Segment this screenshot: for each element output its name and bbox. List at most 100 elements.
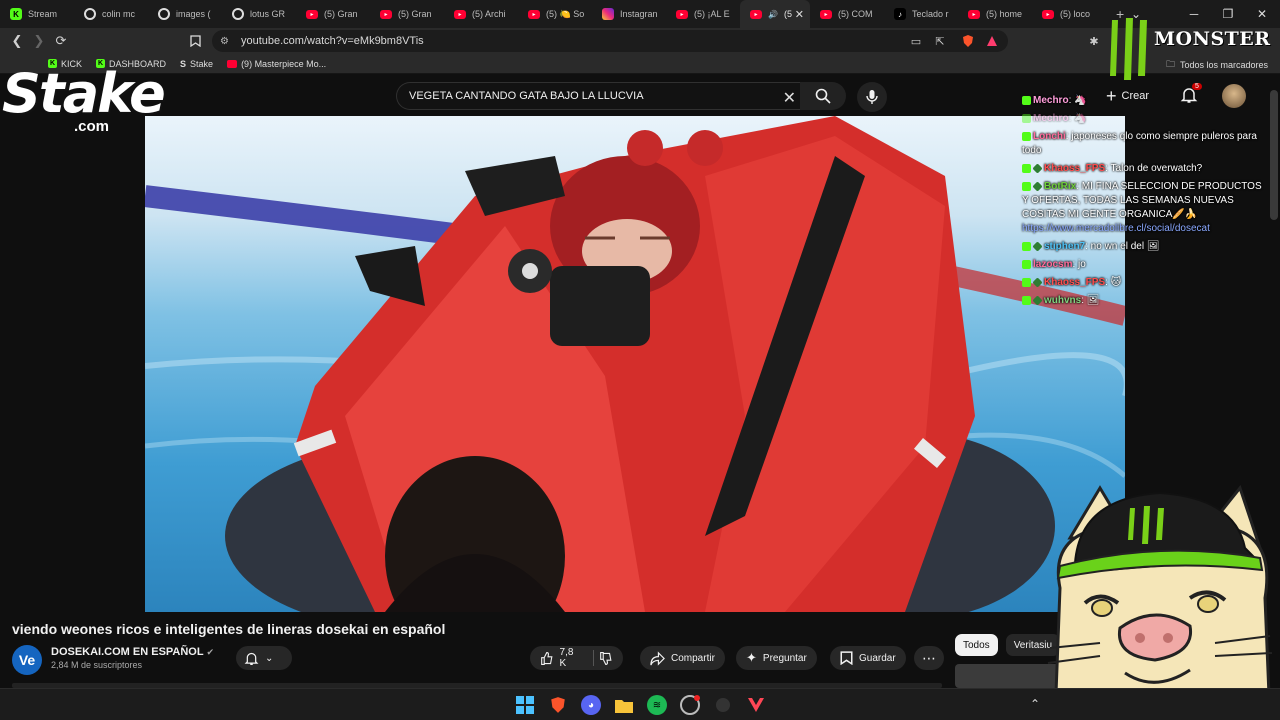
sub-badge-icon <box>1032 295 1043 306</box>
back-icon[interactable]: ❮ <box>6 30 28 52</box>
stream-chat-overlay: Mechro: 🦄 Mechro: 🦄 Lonchi: japoneses qlo … <box>1022 94 1262 312</box>
like-count: 7,8 K <box>559 647 574 669</box>
brave-browser-icon[interactable] <box>548 695 568 715</box>
tab-title: (5 <box>783 9 792 19</box>
system-tray-chevron-icon[interactable]: ⌃ <box>1030 697 1040 711</box>
app-icon[interactable] <box>713 695 733 715</box>
youtube-icon: ▸ <box>968 9 980 19</box>
stake-domain-text: .com <box>74 118 110 135</box>
browser-tab[interactable]: images ( <box>148 0 222 28</box>
audio-playing-icon[interactable]: 🔊 <box>768 10 778 19</box>
valorant-icon[interactable] <box>746 695 766 715</box>
browser-tab[interactable]: lotus GR <box>222 0 296 28</box>
browser-tab[interactable]: ▸ (5) Gran <box>370 0 444 28</box>
subscription-bell-button[interactable]: ⌄ <box>236 646 292 670</box>
chat-message: Mechro: 🦄 <box>1022 112 1262 126</box>
channel-avatar[interactable]: Ve <box>12 645 42 675</box>
bookmark-icon[interactable] <box>184 30 206 52</box>
microphone-icon <box>866 90 878 104</box>
voice-search-button[interactable] <box>857 82 887 112</box>
browser-tab[interactable]: ▸ (5) home <box>958 0 1032 28</box>
tab-title: (5) Archi <box>472 9 506 19</box>
google-icon <box>232 8 244 20</box>
chat-username: stiphen7 <box>1044 241 1086 252</box>
cast-icon[interactable]: ▭ <box>906 31 926 51</box>
browser-tab[interactable]: ▸ (5) 🍋 So <box>518 0 592 28</box>
browser-tab[interactable]: K Stream <box>0 0 74 28</box>
tab-title: colin mc <box>102 9 136 19</box>
bookmark-masterpiece[interactable]: (9) Masterpiece Mo... <box>227 59 326 69</box>
kick-badge-icon <box>1022 277 1031 287</box>
bookmarks-bar: K KICK K DASHBOARD S Stake (9) Masterpie… <box>0 54 1280 74</box>
youtube-icon: ▸ <box>306 9 318 19</box>
bookmark-label: (9) Masterpiece Mo... <box>241 58 327 69</box>
monster-logo-overlay: MONSTER <box>1104 14 1278 84</box>
browser-tab[interactable]: ▸ 🔊 (5 ✕ <box>740 0 810 28</box>
chat-username: lazocsm <box>1033 259 1073 270</box>
url-bar[interactable]: ⚙ youtube.com/watch?v=eMk9bm8VTis <box>212 30 1008 52</box>
obs-icon[interactable] <box>680 695 700 715</box>
share-icon[interactable]: ⇱ <box>930 31 950 51</box>
browser-tab[interactable]: ▸ (5) ¡AL E <box>666 0 740 28</box>
windows-start-icon[interactable] <box>515 695 535 715</box>
thumbs-up-icon <box>541 651 553 665</box>
notification-badge: 5 <box>1192 83 1202 90</box>
stake-logo-text: Stake <box>2 62 166 125</box>
youtube-icon <box>227 59 238 68</box>
url-text[interactable]: youtube.com/watch?v=eMk9bm8VTis <box>241 35 424 47</box>
browser-tab[interactable]: Instagran <box>592 0 666 28</box>
address-toolbar: ❮ ❯ ⟳ ⚙ youtube.com/watch?v=eMk9bm8VTis … <box>0 28 1280 54</box>
close-tab-icon[interactable]: ✕ <box>795 8 804 21</box>
browser-tab[interactable]: ▸ (5) loco <box>1032 0 1106 28</box>
video-player[interactable] <box>145 116 1125 612</box>
chat-username: Lonchi <box>1033 131 1066 142</box>
brave-shields-icon[interactable] <box>958 31 978 51</box>
kick-badge-icon <box>1022 113 1031 123</box>
youtube-icon: ▸ <box>528 9 540 19</box>
search-input[interactable]: VEGETA CANTANDO GATA BAJO LA LLUCVIA ✕ <box>396 82 806 110</box>
brave-rewards-icon[interactable] <box>982 31 1002 51</box>
chip-todos[interactable]: Todos <box>955 634 998 656</box>
browser-tab[interactable]: ▸ (5) Gran <box>296 0 370 28</box>
search-button[interactable] <box>800 82 846 110</box>
sub-badge-icon <box>1032 163 1043 174</box>
discord-icon[interactable]: ◕ <box>581 695 601 715</box>
tab-title: (5) ¡AL E <box>694 9 730 19</box>
kick-badge-icon <box>1022 259 1031 269</box>
browser-tab[interactable]: ♪ Teclado r <box>884 0 958 28</box>
cat-mascot-overlay <box>1047 484 1273 720</box>
instagram-icon <box>602 8 614 20</box>
file-explorer-icon[interactable] <box>614 695 634 715</box>
search-icon <box>815 88 831 104</box>
browser-tab[interactable]: ▸ (5) COM <box>810 0 884 28</box>
clear-search-icon[interactable]: ✕ <box>783 88 796 108</box>
chat-message: stiphen7: no wn el del 🖼 <box>1022 240 1262 254</box>
youtube-icon: ▸ <box>454 9 466 19</box>
spotify-icon[interactable]: ≋ <box>647 695 667 715</box>
youtube-icon: ▸ <box>820 9 832 19</box>
chat-text: : 🦄 <box>1068 95 1087 106</box>
bell-icon <box>244 652 259 665</box>
save-button[interactable]: Guardar <box>830 646 906 670</box>
kick-badge-icon <box>1022 241 1031 251</box>
extensions-icon[interactable]: ✱ <box>1084 31 1104 51</box>
kick-badge-icon <box>1022 163 1031 173</box>
video-frame <box>145 116 1125 612</box>
bookmark-icon <box>840 651 853 665</box>
stake-icon: S <box>180 58 187 69</box>
page-scrollbar[interactable] <box>1270 90 1278 220</box>
kick-badge-icon <box>1022 95 1031 105</box>
ask-button[interactable]: ✦ Preguntar <box>736 646 817 670</box>
site-settings-icon[interactable]: ⚙ <box>220 36 229 47</box>
browser-tab[interactable]: colin mc <box>74 0 148 28</box>
channel-name[interactable]: DOSEKAI.COM EN ESPAÑOL ✔ <box>51 646 214 658</box>
like-divider <box>592 650 594 666</box>
share-button[interactable]: Compartir <box>640 646 725 670</box>
subscriber-count: 2,84 M de suscriptores <box>51 660 143 670</box>
like-button[interactable]: 7,8 K <box>530 646 623 670</box>
forward-icon[interactable]: ❯ <box>28 30 50 52</box>
browser-tab[interactable]: ▸ (5) Archi <box>444 0 518 28</box>
more-actions-button[interactable]: ⋯ <box>914 646 944 670</box>
reload-icon[interactable]: ⟳ <box>50 30 72 52</box>
bookmark-stake[interactable]: S Stake <box>180 59 213 69</box>
